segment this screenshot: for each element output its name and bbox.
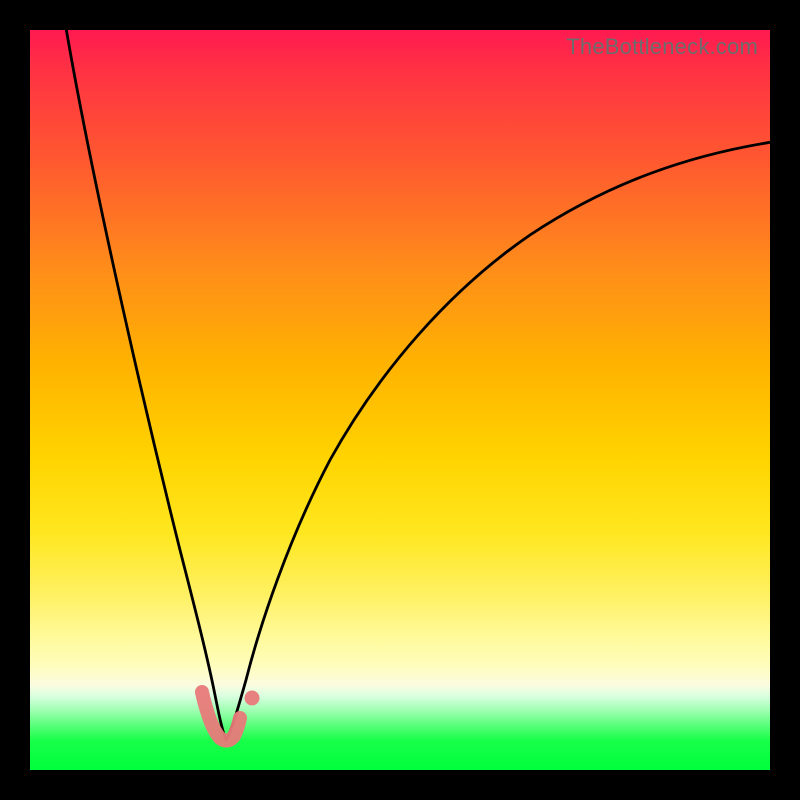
highlight-minimum-arc — [202, 692, 240, 741]
curve-left-branch — [65, 22, 226, 740]
chart-frame: TheBottleneck.com — [0, 0, 800, 800]
curve-layer — [30, 30, 770, 770]
highlight-dot — [245, 691, 260, 706]
plot-area: TheBottleneck.com — [30, 30, 770, 770]
curve-right-branch — [226, 142, 772, 740]
